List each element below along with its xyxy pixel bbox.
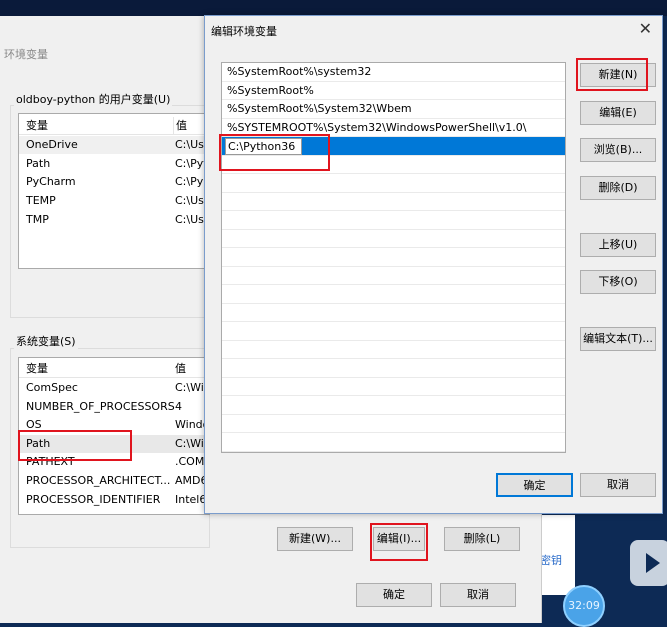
path-list[interactable]: %SystemRoot%\system32 %SystemRoot% %System… (221, 62, 566, 453)
key-link[interactable]: 密钥 (540, 552, 562, 568)
variable-value: C:\Us (175, 138, 204, 151)
path-row[interactable] (222, 433, 565, 452)
variable-value: C:\Us (175, 212, 204, 226)
user-vars-label: oldboy-python 的用户变量(U) (14, 91, 173, 107)
table-row[interactable]: NUMBER_OF_PROCESSORS 4 (19, 398, 209, 416)
highlight-box-new (576, 58, 648, 91)
list-header: 变量 值 (19, 117, 209, 135)
path-row[interactable] (222, 174, 565, 193)
table-row[interactable]: Path C:\Pyt (19, 155, 209, 173)
path-row[interactable]: %SystemRoot%\System32\Wbem (222, 100, 565, 119)
path-row[interactable]: %SystemRoot% (222, 82, 565, 100)
path-row[interactable] (222, 211, 565, 230)
path-row[interactable] (222, 396, 565, 415)
path-row[interactable] (222, 285, 565, 304)
dialog-ok-button[interactable]: 确定 (496, 473, 573, 497)
variable-name: PyCharm (26, 175, 76, 189)
highlight-box-edit-value (219, 134, 330, 171)
dialog-title: 编辑环境变量 (211, 25, 277, 38)
table-row[interactable]: TMP C:\Us (19, 211, 209, 229)
variable-value: .COM (175, 455, 205, 469)
table-row[interactable]: PROCESSOR_ARCHITECT... AMD6 (19, 472, 209, 490)
dialog-cancel-button[interactable]: 取消 (580, 473, 656, 497)
column-value[interactable]: 值 (173, 360, 186, 378)
variable-value: C:\Pyt (175, 156, 208, 170)
column-variable[interactable]: 变量 (26, 117, 48, 135)
column-value[interactable]: 值 (173, 117, 187, 135)
move-up-button[interactable]: 上移(U) (580, 233, 656, 257)
variable-value: C:\Us (175, 194, 204, 208)
table-row[interactable]: PROCESSOR_IDENTIFIER Intel6 (19, 491, 209, 509)
path-row[interactable] (222, 304, 565, 322)
list-header: 变量 值 (19, 360, 209, 378)
path-row[interactable] (222, 415, 565, 433)
variable-value: AMD6 (175, 474, 208, 487)
variable-name: PROCESSOR_ARCHITECT... (26, 474, 171, 487)
top-bar (0, 0, 667, 16)
column-variable[interactable]: 变量 (26, 360, 48, 378)
variable-value: C:\Wi (175, 381, 204, 394)
path-row[interactable] (222, 359, 565, 378)
timer-badge: 32:09 (563, 585, 605, 627)
highlight-box-path (18, 430, 132, 461)
variable-name: ComSpec (26, 381, 78, 394)
path-row[interactable] (222, 378, 565, 396)
edit-button[interactable]: 编辑(E) (580, 101, 656, 125)
window-title: 环境变量 (4, 48, 48, 61)
variable-name: OneDrive (26, 138, 78, 151)
ok-button[interactable]: 确定 (356, 583, 432, 607)
path-row[interactable]: %SystemRoot%\system32 (222, 63, 565, 82)
variable-value: C:\Wi (175, 436, 204, 450)
variable-name: TMP (26, 212, 49, 226)
variable-value: 4 (175, 399, 182, 413)
new-system-var-button[interactable]: 新建(W)... (277, 527, 353, 551)
browse-button[interactable]: 浏览(B)... (580, 138, 656, 162)
edit-text-button[interactable]: 编辑文本(T)... (580, 327, 656, 351)
path-row[interactable] (222, 230, 565, 248)
path-row[interactable] (222, 248, 565, 267)
variable-name: TEMP (26, 194, 56, 208)
variable-name: PROCESSOR_IDENTIFIER (26, 492, 161, 506)
path-row[interactable] (222, 267, 565, 285)
variable-name: NUMBER_OF_PROCESSORS (26, 399, 175, 413)
path-row[interactable] (222, 322, 565, 341)
delete-system-var-button[interactable]: 删除(L) (444, 527, 520, 551)
move-down-button[interactable]: 下移(O) (580, 270, 656, 294)
system-vars-label: 系统变量(S) (14, 333, 78, 349)
close-icon[interactable]: ✕ (639, 19, 652, 38)
table-row[interactable]: TEMP C:\Us (19, 192, 209, 210)
highlight-box-edit (370, 523, 428, 561)
variable-value: C:\Py (175, 175, 204, 189)
variable-name: Path (26, 156, 51, 170)
delete-button[interactable]: 删除(D) (580, 176, 656, 200)
tv-logo-icon (630, 540, 667, 586)
table-row[interactable]: ComSpec C:\Wi (19, 379, 209, 397)
path-row[interactable] (222, 193, 565, 211)
cancel-button[interactable]: 取消 (440, 583, 516, 607)
user-vars-list[interactable]: 变量 值 OneDrive C:\Us Path C:\Pyt PyCharm C:\Py T… (18, 113, 210, 269)
variable-value: Intel6 (175, 492, 207, 506)
table-row[interactable]: PyCharm C:\Py (19, 173, 209, 191)
table-row[interactable]: OneDrive C:\Us (19, 136, 209, 154)
path-row[interactable] (222, 341, 565, 359)
